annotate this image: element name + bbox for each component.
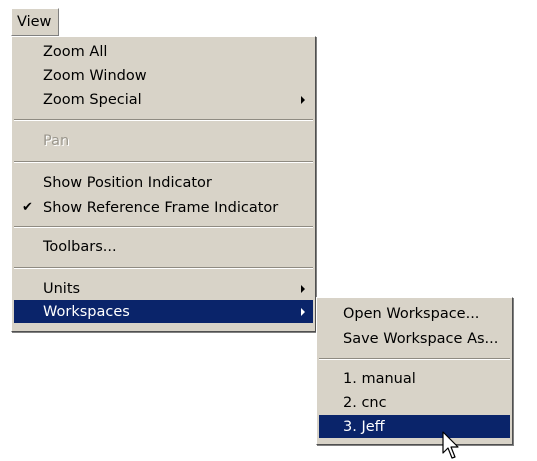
menu-item-units[interactable]: Units — [14, 277, 313, 300]
menu-item-pan: Pan — [14, 129, 313, 152]
menu-item-label: Save Workspace As... — [343, 330, 499, 347]
submenu-arrow-icon — [301, 95, 305, 104]
menu-item-label: 1. manual — [343, 370, 416, 387]
mouse-pointer-icon — [442, 431, 459, 459]
menu-item-label: Workspaces — [43, 303, 130, 320]
menu-item-label: Show Position Indicator — [43, 174, 212, 191]
menu-item-zoom-window[interactable]: Zoom Window — [14, 64, 313, 87]
menu-separator — [319, 358, 510, 360]
menu-item-workspaces[interactable]: Workspaces — [14, 300, 313, 323]
menu-item-label: Units — [43, 280, 81, 297]
menu-item-label: Toolbars... — [43, 238, 117, 255]
menu-item-zoom-special[interactable]: Zoom Special — [14, 88, 313, 111]
checkmark-icon: ✔ — [22, 200, 33, 215]
menu-item-label: Open Workspace... — [343, 305, 480, 322]
menu-item-label: Zoom All — [43, 43, 108, 60]
menu-item-toolbars[interactable]: Toolbars... — [14, 235, 313, 258]
menu-item-label: Zoom Special — [43, 91, 142, 108]
menu-item-label: Pan — [43, 132, 70, 149]
menu-item-open-workspace[interactable]: Open Workspace... — [319, 302, 510, 325]
menu-separator — [14, 226, 313, 228]
menu-separator — [14, 267, 313, 269]
submenu-arrow-icon — [301, 307, 305, 316]
submenu-arrow-icon — [301, 284, 305, 293]
view-menu: Zoom All Zoom Window Zoom Special Pan Sh… — [11, 36, 316, 332]
menubar-view[interactable]: View — [11, 8, 59, 36]
menu-separator — [14, 161, 313, 163]
menu-item-label: Zoom Window — [43, 67, 147, 84]
menu-item-recent-workspace[interactable]: 2. cnc — [319, 391, 510, 414]
menu-item-show-reference-frame-indicator[interactable]: ✔ Show Reference Frame Indicator — [14, 196, 313, 219]
menu-item-recent-workspace[interactable]: 3. Jeff — [319, 415, 510, 438]
menu-item-recent-workspace[interactable]: 1. manual — [319, 367, 510, 390]
menu-separator — [14, 119, 313, 121]
menu-item-label: 2. cnc — [343, 394, 387, 411]
menu-item-save-workspace-as[interactable]: Save Workspace As... — [319, 327, 510, 350]
menu-item-show-position-indicator[interactable]: Show Position Indicator — [14, 171, 313, 194]
menu-item-label: 3. Jeff — [343, 418, 385, 435]
menubar-view-label: View — [17, 14, 52, 30]
workspaces-submenu: Open Workspace... Save Workspace As... 1… — [316, 297, 513, 445]
menu-item-label: Show Reference Frame Indicator — [43, 199, 279, 216]
menu-item-zoom-all[interactable]: Zoom All — [14, 40, 313, 63]
